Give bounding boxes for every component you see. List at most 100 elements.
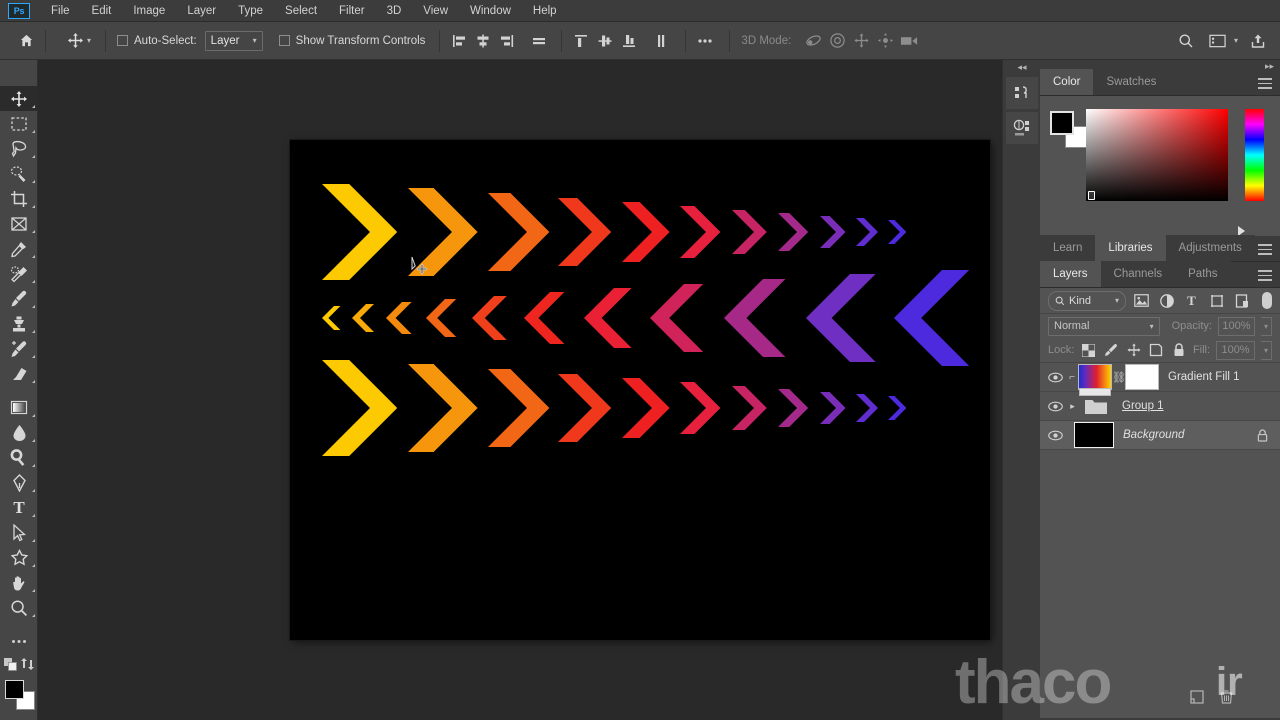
tab-adjustments[interactable]: Adjustments: [1165, 235, 1255, 261]
menu-select[interactable]: Select: [274, 0, 328, 22]
blend-mode-dropdown[interactable]: Normal ▾: [1048, 316, 1160, 336]
foreground-color-swatch[interactable]: [5, 680, 24, 699]
table-row[interactable]: ⌐ ⛓ Gradient Fill 1: [1040, 363, 1280, 396]
show-transform-checkbox[interactable]: [278, 35, 290, 46]
mask-link-icon[interactable]: ⛓: [1112, 371, 1126, 384]
layer-visibility-eye-icon[interactable]: [1044, 430, 1066, 441]
orbit-3d-icon[interactable]: [801, 29, 825, 53]
layer-kind-filter-dropdown[interactable]: Kind ▾: [1048, 290, 1126, 311]
tab-paths[interactable]: Paths: [1175, 261, 1231, 287]
tool-gradient[interactable]: [0, 395, 38, 420]
table-row[interactable]: Background: [1040, 421, 1280, 450]
layer-visibility-eye-icon[interactable]: [1044, 372, 1066, 383]
color-panel-foreground-swatch[interactable]: [1050, 111, 1074, 135]
tool-path-selection[interactable]: [0, 520, 38, 545]
roll-3d-icon[interactable]: [825, 29, 849, 53]
tool-pen[interactable]: [0, 470, 38, 495]
workspace-icon[interactable]: [1206, 29, 1230, 53]
share-icon[interactable]: [1246, 29, 1270, 53]
tab-learn[interactable]: Learn: [1040, 235, 1096, 261]
menu-image[interactable]: Image: [122, 0, 176, 22]
tab-swatches[interactable]: Swatches: [1093, 69, 1170, 95]
tab-channels[interactable]: Channels: [1100, 261, 1176, 287]
tool-edit-toolbar[interactable]: [0, 629, 38, 654]
document-canvas-area[interactable]: [38, 60, 1002, 720]
new-layer-icon[interactable]: [1190, 690, 1204, 704]
table-row[interactable]: ▸ Group 1: [1040, 392, 1280, 421]
distribute-vertical-icon[interactable]: [649, 29, 673, 53]
tool-object-selection[interactable]: [0, 161, 38, 186]
chevron-down-icon[interactable]: ▾: [1234, 36, 1238, 45]
distribute-horizontal-icon[interactable]: [527, 29, 551, 53]
auto-select-checkbox[interactable]: [117, 35, 129, 46]
layer-thumbnail-background[interactable]: [1074, 422, 1114, 448]
filter-pixel-icon[interactable]: [1132, 291, 1151, 310]
filter-shape-icon[interactable]: [1207, 291, 1226, 310]
layer-name[interactable]: Group 1: [1122, 400, 1164, 412]
filter-smart-object-icon[interactable]: [1232, 291, 1251, 310]
align-right-edges-icon[interactable]: [495, 29, 519, 53]
slide-3d-icon[interactable]: [873, 29, 897, 53]
tool-frame[interactable]: [0, 211, 38, 236]
tab-libraries[interactable]: Libraries: [1095, 235, 1166, 261]
pan-3d-icon[interactable]: [849, 29, 873, 53]
menu-layer[interactable]: Layer: [176, 0, 227, 22]
tool-crop[interactable]: [0, 186, 38, 211]
opacity-input[interactable]: 100%: [1217, 316, 1255, 336]
align-top-edges-icon[interactable]: [569, 29, 593, 53]
menu-window[interactable]: Window: [459, 0, 522, 22]
group-disclosure-chevron-icon[interactable]: ▸: [1066, 401, 1079, 412]
history-panel-icon[interactable]: [1005, 77, 1038, 109]
lock-transparent-pixels-icon[interactable]: [1080, 342, 1097, 359]
tool-spot-healing-brush[interactable]: [0, 261, 38, 286]
photoshop-logo[interactable]: Ps: [8, 2, 30, 19]
layer-name[interactable]: Background: [1123, 429, 1184, 441]
zoom-3d-camera-icon[interactable]: [897, 29, 921, 53]
auto-select-target-dropdown[interactable]: Layer ▾: [204, 30, 263, 51]
layer-filter-toggle[interactable]: [1262, 292, 1272, 309]
layer-name[interactable]: Gradient Fill 1: [1168, 371, 1240, 383]
image-canvas[interactable]: [290, 140, 990, 640]
menu-help[interactable]: Help: [522, 0, 568, 22]
tool-dodge[interactable]: [0, 445, 38, 470]
tab-color[interactable]: Color: [1040, 69, 1094, 95]
search-icon[interactable]: [1174, 29, 1198, 53]
lock-artboard-nesting-icon[interactable]: [1148, 342, 1165, 359]
panel-menu-icon[interactable]: [1258, 244, 1272, 255]
menu-file[interactable]: File: [40, 0, 81, 22]
lock-position-icon[interactable]: [1125, 342, 1142, 359]
tool-type[interactable]: T: [0, 495, 38, 520]
tool-eyedropper[interactable]: [0, 236, 38, 261]
hue-slider[interactable]: [1245, 109, 1264, 201]
tool-eraser[interactable]: [0, 361, 38, 386]
layer-visibility-eye-icon[interactable]: [1044, 401, 1066, 412]
menu-3d[interactable]: 3D: [376, 0, 413, 22]
menu-type[interactable]: Type: [227, 0, 274, 22]
layer-mask-thumbnail[interactable]: [1125, 364, 1159, 390]
opacity-stepper[interactable]: ▾: [1260, 316, 1272, 336]
tool-lasso[interactable]: [0, 136, 38, 161]
tool-custom-shape[interactable]: [0, 545, 38, 570]
menu-edit[interactable]: Edit: [81, 0, 123, 22]
tool-history-brush[interactable]: [0, 336, 38, 361]
layer-thumbnail-gradient[interactable]: [1078, 364, 1112, 396]
fill-stepper[interactable]: ▾: [1261, 340, 1273, 360]
double-chevron-left-icon[interactable]: ◂◂: [1003, 60, 1041, 74]
tool-zoom[interactable]: [0, 595, 38, 620]
default-colors-icon[interactable]: [4, 657, 17, 671]
align-vertical-centers-icon[interactable]: [593, 29, 617, 53]
3d-panel-icon[interactable]: [1005, 112, 1038, 144]
align-left-edges-icon[interactable]: [447, 29, 471, 53]
fill-input[interactable]: 100%: [1216, 340, 1255, 360]
tool-brush[interactable]: [0, 286, 38, 311]
panel-menu-icon[interactable]: [1258, 270, 1272, 281]
tool-blur[interactable]: [0, 420, 38, 445]
more-options-icon[interactable]: [693, 29, 717, 53]
lock-all-icon[interactable]: [1170, 342, 1187, 359]
align-horizontal-centers-icon[interactable]: [471, 29, 495, 53]
align-bottom-edges-icon[interactable]: [617, 29, 641, 53]
filter-adjustment-icon[interactable]: [1157, 291, 1176, 310]
tool-preset-picker[interactable]: ▾: [67, 32, 91, 49]
delete-layer-icon[interactable]: [1220, 690, 1233, 704]
filter-type-icon[interactable]: T: [1182, 291, 1201, 310]
